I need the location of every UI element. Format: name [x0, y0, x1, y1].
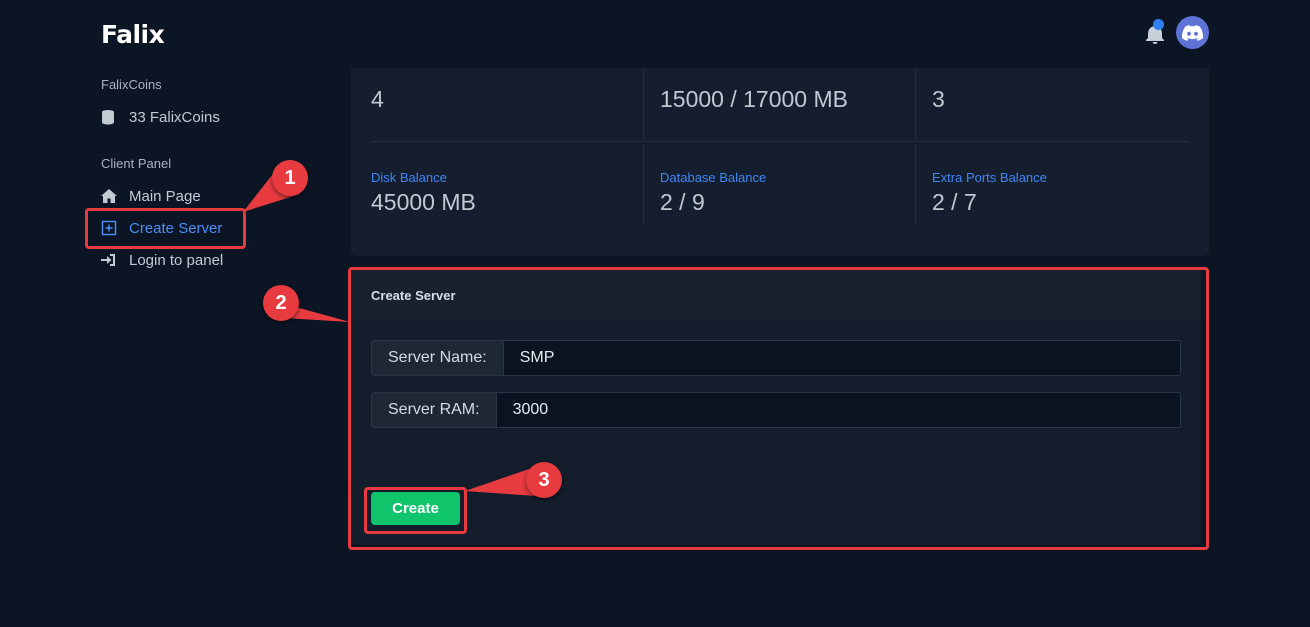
- row-divider: [371, 141, 1189, 142]
- create-server-card: Create Server Server Name: Server RAM: C…: [351, 270, 1201, 545]
- stat-label: Disk Balance: [371, 170, 447, 185]
- column-divider: [643, 144, 644, 224]
- annotation-badge-1: 1: [272, 160, 308, 196]
- server-ram-label: Server RAM:: [372, 393, 497, 427]
- app-logo[interactable]: Falix: [101, 20, 165, 49]
- column-divider: [643, 68, 644, 140]
- ram-balance-stat: 15000 / 17000 MB: [660, 82, 848, 113]
- stat-label: Extra Ports Balance: [932, 170, 1047, 185]
- plus-square-icon: [101, 220, 117, 236]
- discord-icon[interactable]: [1176, 16, 1209, 49]
- stat-label: Database Balance: [660, 170, 767, 185]
- cpu-balance-stat: 3: [932, 82, 945, 113]
- stat-value: 4: [371, 86, 384, 112]
- balance-stats-card: 4 15000 / 17000 MB 3 Disk Balance 45000 …: [351, 68, 1209, 256]
- server-ram-group: Server RAM:: [371, 392, 1181, 428]
- sign-in-icon: [101, 254, 115, 266]
- coins-balance: 33 FalixCoins: [101, 106, 220, 128]
- server-name-label: Server Name:: [372, 341, 504, 375]
- stat-value: 3: [932, 86, 945, 112]
- notification-dot: [1153, 19, 1164, 30]
- sidebar-item-create-server[interactable]: Create Server: [101, 217, 222, 239]
- sidebar-item-label: Login to panel: [129, 251, 224, 269]
- stat-value: 2 / 9: [660, 189, 705, 215]
- sidebar-item-login-to-panel[interactable]: Login to panel: [101, 249, 223, 271]
- column-divider: [915, 68, 916, 140]
- extra-ports-balance-stat: Extra Ports Balance 2 / 7: [932, 170, 1047, 216]
- server-ram-input[interactable]: [496, 393, 1180, 427]
- sidebar-item-label: Main Page: [129, 187, 201, 205]
- create-server-title: Create Server: [351, 270, 1201, 320]
- database-balance-stat: Database Balance 2 / 9: [660, 170, 766, 216]
- stat-value: 45000 MB: [371, 189, 476, 215]
- stat-value: 15000 / 17000 MB: [660, 86, 848, 112]
- annotation-badge-3: 3: [526, 462, 562, 498]
- disk-balance-stat: Disk Balance 45000 MB: [371, 170, 476, 216]
- coins-value: 33 FalixCoins: [129, 108, 220, 126]
- annotation-badge-2: 2: [263, 285, 299, 321]
- coins-icon: [102, 110, 114, 125]
- client-panel-heading: Client Panel: [101, 156, 172, 171]
- coins-heading: FalixCoins: [101, 77, 162, 92]
- server-name-group: Server Name:: [371, 340, 1181, 376]
- stat-value: 2 / 7: [932, 189, 977, 215]
- servers-balance-stat: 4: [371, 82, 384, 113]
- home-icon: [101, 189, 117, 203]
- sidebar-item-main-page[interactable]: Main Page: [101, 185, 201, 207]
- column-divider: [915, 144, 916, 224]
- server-name-input[interactable]: [503, 341, 1180, 375]
- sidebar-item-label: Create Server: [129, 219, 223, 237]
- create-button[interactable]: Create: [371, 492, 460, 525]
